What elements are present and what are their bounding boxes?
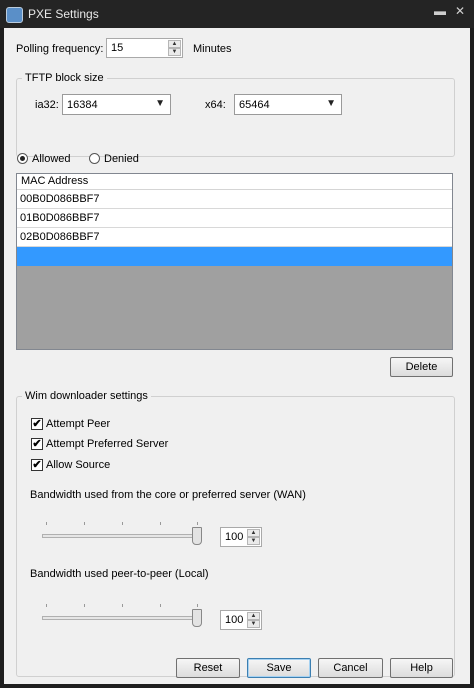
local-bandwidth-value: 100 [225,614,244,626]
polling-unit-label: Minutes [193,43,232,55]
settings-panel: Polling frequency: 15 ▲ ▼ Minutes TFTP b… [4,28,470,684]
spin-up-icon[interactable]: ▲ [168,40,181,48]
wim-group-title: Wim downloader settings [22,390,151,402]
list-item[interactable]: 02B0D086BBF7 [17,228,452,247]
spin-up-icon[interactable]: ▲ [247,529,260,537]
spin-down-icon[interactable]: ▼ [168,48,181,56]
slider-track [42,616,202,620]
minimize-icon[interactable]: ▬ [434,4,446,18]
slider-tick [122,604,123,607]
mac-address-column-header[interactable]: MAC Address [17,174,452,190]
wan-bandwidth-value: 100 [225,531,244,543]
spin-down-icon[interactable]: ▼ [247,620,260,628]
x64-block-size-select[interactable]: 65464 ▼ [234,94,342,115]
denied-radio[interactable] [89,153,100,164]
spin-down-icon[interactable]: ▼ [247,537,260,545]
wan-bandwidth-label: Bandwidth used from the core or preferre… [30,489,306,501]
slider-track [42,534,202,538]
slider-tick [160,604,161,607]
window-title: PXE Settings [28,7,99,21]
polling-frequency-input[interactable]: 15 ▲ ▼ [106,38,183,58]
ia32-block-size-select[interactable]: 16384 ▼ [62,94,171,115]
list-item-selected[interactable] [17,247,452,266]
delete-button[interactable]: Delete [390,357,453,377]
list-item[interactable]: 01B0D086BBF7 [17,209,452,228]
slider-tick [122,522,123,525]
wan-bandwidth-slider[interactable] [42,522,204,546]
x64-label: x64: [205,99,226,111]
list-item[interactable]: 00B0D086BBF7 [17,190,452,209]
slider-tick [84,604,85,607]
polling-frequency-stepper[interactable]: ▲ ▼ [168,40,181,56]
mac-address-list[interactable]: MAC Address 00B0D086BBF7 01B0D086BBF7 02… [16,173,453,350]
wan-bandwidth-stepper[interactable]: ▲ ▼ [247,529,260,545]
network-icon [6,7,23,23]
spin-up-icon[interactable]: ▲ [247,612,260,620]
save-button[interactable]: Save [247,658,311,678]
tftp-group-title: TFTP block size [22,72,107,84]
attempt-preferred-server-label[interactable]: Attempt Preferred Server [46,438,168,450]
ia32-value: 16384 [67,99,98,111]
ia32-label: ia32: [35,99,59,111]
local-bandwidth-label: Bandwidth used peer-to-peer (Local) [30,568,209,580]
reset-button[interactable]: Reset [176,658,240,678]
local-bandwidth-slider[interactable] [42,604,204,628]
attempt-peer-label[interactable]: Attempt Peer [46,418,110,430]
chevron-down-icon: ▼ [155,98,165,109]
slider-tick [197,522,198,525]
attempt-preferred-server-checkbox[interactable]: ✔ [31,438,43,450]
polling-frequency-value: 15 [111,42,124,54]
title-bar: PXE Settings ▬ ✕ [0,0,474,28]
slider-thumb[interactable] [192,609,202,627]
denied-label[interactable]: Denied [104,153,139,165]
slider-tick [197,604,198,607]
cancel-button[interactable]: Cancel [318,658,383,678]
polling-frequency-label: Polling frequency: [16,43,104,55]
attempt-peer-checkbox[interactable]: ✔ [31,418,43,430]
slider-tick [160,522,161,525]
tftp-block-size-group [16,78,455,157]
allowed-radio[interactable] [17,153,28,164]
local-bandwidth-stepper[interactable]: ▲ ▼ [247,612,260,628]
wan-bandwidth-input[interactable]: 100 ▲ ▼ [220,527,262,547]
slider-tick [46,604,47,607]
allowed-label[interactable]: Allowed [32,153,71,165]
allow-source-label[interactable]: Allow Source [46,459,110,471]
x64-value: 65464 [239,99,270,111]
slider-tick [46,522,47,525]
slider-tick [84,522,85,525]
allow-source-checkbox[interactable]: ✔ [31,459,43,471]
slider-thumb[interactable] [192,527,202,545]
chevron-down-icon: ▼ [326,98,336,109]
local-bandwidth-input[interactable]: 100 ▲ ▼ [220,610,262,630]
close-icon[interactable]: ✕ [455,4,465,18]
help-button[interactable]: Help [390,658,453,678]
